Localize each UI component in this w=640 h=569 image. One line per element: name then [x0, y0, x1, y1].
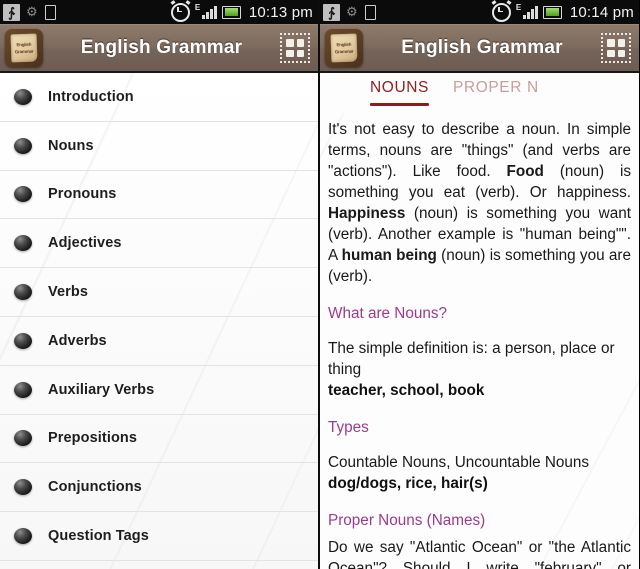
sim-card-icon	[365, 4, 376, 20]
grid-view-icon[interactable]	[601, 33, 631, 63]
section-examples-types: dog/dogs, rice, hair(s)	[328, 475, 488, 492]
app-logo-icon[interactable]: English Grammar	[325, 29, 363, 67]
bullet-icon	[14, 528, 32, 545]
tab-label: NOUNS	[370, 79, 429, 96]
dual-screenshot-container: ∱ ⚙ E 10:13 pm English Grammar English G…	[0, 0, 640, 569]
article-content[interactable]: It's not easy to describe a noun. In sim…	[320, 113, 639, 569]
tab-bar: NOUNS PROPER N	[320, 73, 639, 113]
action-bar-left: English Grammar English Grammar	[0, 24, 318, 73]
action-bar-right: English Grammar English Grammar	[320, 24, 639, 73]
app-logo-line1: English	[16, 41, 32, 48]
bullet-icon	[14, 430, 32, 447]
list-item[interactable]: Auxiliary Verbs	[0, 366, 318, 415]
list-item[interactable]: Verbs	[0, 268, 318, 317]
status-bar-right-icons: E 10:14 pm	[491, 0, 634, 22]
list-item-label: Prepositions	[48, 430, 138, 447]
bullet-icon	[14, 479, 32, 496]
list-item[interactable]: Adjectives	[0, 219, 318, 269]
android-icon: ⚙	[26, 4, 38, 19]
intro-bold-human-being: human being	[341, 247, 437, 264]
status-bar-left: ∱ ⚙ E 10:13 pm	[0, 0, 318, 24]
bullet-icon	[14, 381, 32, 398]
section-body-definition: The simple definition is: a person, plac…	[328, 340, 615, 378]
list-item-label: Adverbs	[48, 332, 107, 349]
tab-nouns[interactable]: NOUNS	[358, 73, 441, 106]
status-bar-left-icons: ∱ ⚙	[3, 3, 56, 21]
grid-view-icon[interactable]	[280, 33, 310, 63]
app-title: English Grammar	[80, 37, 243, 58]
intro-bold-food: Food	[506, 163, 544, 180]
app-logo-line2: Grammar	[334, 48, 354, 55]
status-bar-clock: 10:14 pm	[569, 3, 634, 21]
battery-icon	[221, 5, 241, 19]
alarm-clock-icon	[170, 0, 191, 22]
alarm-clock-icon	[491, 0, 512, 22]
bullet-icon	[14, 186, 32, 203]
list-item-label: Conjunctions	[48, 479, 142, 496]
section-body-types: Countable Nouns, Uncountable Nouns	[328, 454, 590, 471]
bullet-icon	[14, 88, 32, 105]
intro-paragraph: It's not easy to describe a noun. In sim…	[328, 119, 631, 287]
section-heading-types: Types	[328, 419, 369, 436]
app-logo-line1: English	[336, 41, 352, 48]
topic-list: Introduction Nouns Pronouns Adjectives V…	[0, 73, 318, 561]
bullet-icon	[14, 284, 32, 301]
sim-card-icon	[45, 4, 56, 20]
app-logo-line2: Grammar	[14, 48, 34, 55]
signal-strength-icon: E	[194, 3, 217, 19]
usb-icon: ∱	[323, 3, 340, 21]
tab-proper-nouns[interactable]: PROPER N	[441, 73, 551, 97]
list-item-label: Auxiliary Verbs	[48, 381, 155, 398]
app-title: English Grammar	[401, 37, 563, 58]
list-item-label: Verbs	[48, 284, 88, 301]
status-bar-clock: 10:13 pm	[248, 3, 313, 21]
tab-label: PROPER N	[452, 79, 539, 96]
list-item-label: Question Tags	[48, 528, 149, 545]
network-type-label: E	[194, 3, 201, 12]
list-item-label: Nouns	[48, 137, 94, 154]
network-type-label: E	[515, 3, 522, 12]
bullet-icon	[14, 137, 32, 154]
status-bar-left-icons: ∱ ⚙	[323, 3, 376, 21]
section-heading-proper-nouns: Proper Nouns (Names)	[328, 512, 486, 529]
usb-icon: ∱	[3, 3, 20, 21]
list-item-label: Introduction	[48, 88, 134, 105]
tab-active-indicator	[370, 103, 429, 106]
status-bar-right: ∱ ⚙ E 10:14 pm	[320, 0, 639, 24]
list-item[interactable]: Introduction	[0, 73, 318, 122]
signal-strength-icon: E	[515, 3, 538, 19]
battery-icon	[542, 5, 562, 19]
section-examples-definition: teacher, school, book	[328, 382, 485, 399]
status-bar-right-icons: E 10:13 pm	[170, 0, 313, 22]
app-logo-icon[interactable]: English Grammar	[5, 29, 43, 67]
section-heading-what-are-nouns: What are Nouns?	[328, 305, 448, 322]
android-icon: ⚙	[346, 4, 358, 19]
list-item[interactable]: Nouns	[0, 122, 318, 171]
list-item[interactable]: Conjunctions	[0, 463, 318, 513]
topic-list-container: Introduction Nouns Pronouns Adjectives V…	[0, 73, 318, 569]
list-item[interactable]: Question Tags	[0, 512, 318, 561]
left-screen: ∱ ⚙ E 10:13 pm English Grammar English G…	[0, 0, 320, 569]
list-item[interactable]: Adverbs	[0, 317, 318, 366]
bullet-icon	[14, 332, 32, 349]
section-body-proper-nouns: Do we say "Atlantic Ocean" or "the Atlan…	[328, 539, 631, 569]
list-item[interactable]: Pronouns	[0, 171, 318, 220]
list-item[interactable]: Prepositions	[0, 415, 318, 464]
bullet-icon	[14, 235, 32, 252]
right-screen: ∱ ⚙ E 10:14 pm English Grammar English G…	[320, 0, 639, 569]
list-item-label: Adjectives	[48, 235, 122, 252]
intro-bold-happiness: Happiness	[328, 205, 406, 222]
list-item-label: Pronouns	[48, 186, 117, 203]
